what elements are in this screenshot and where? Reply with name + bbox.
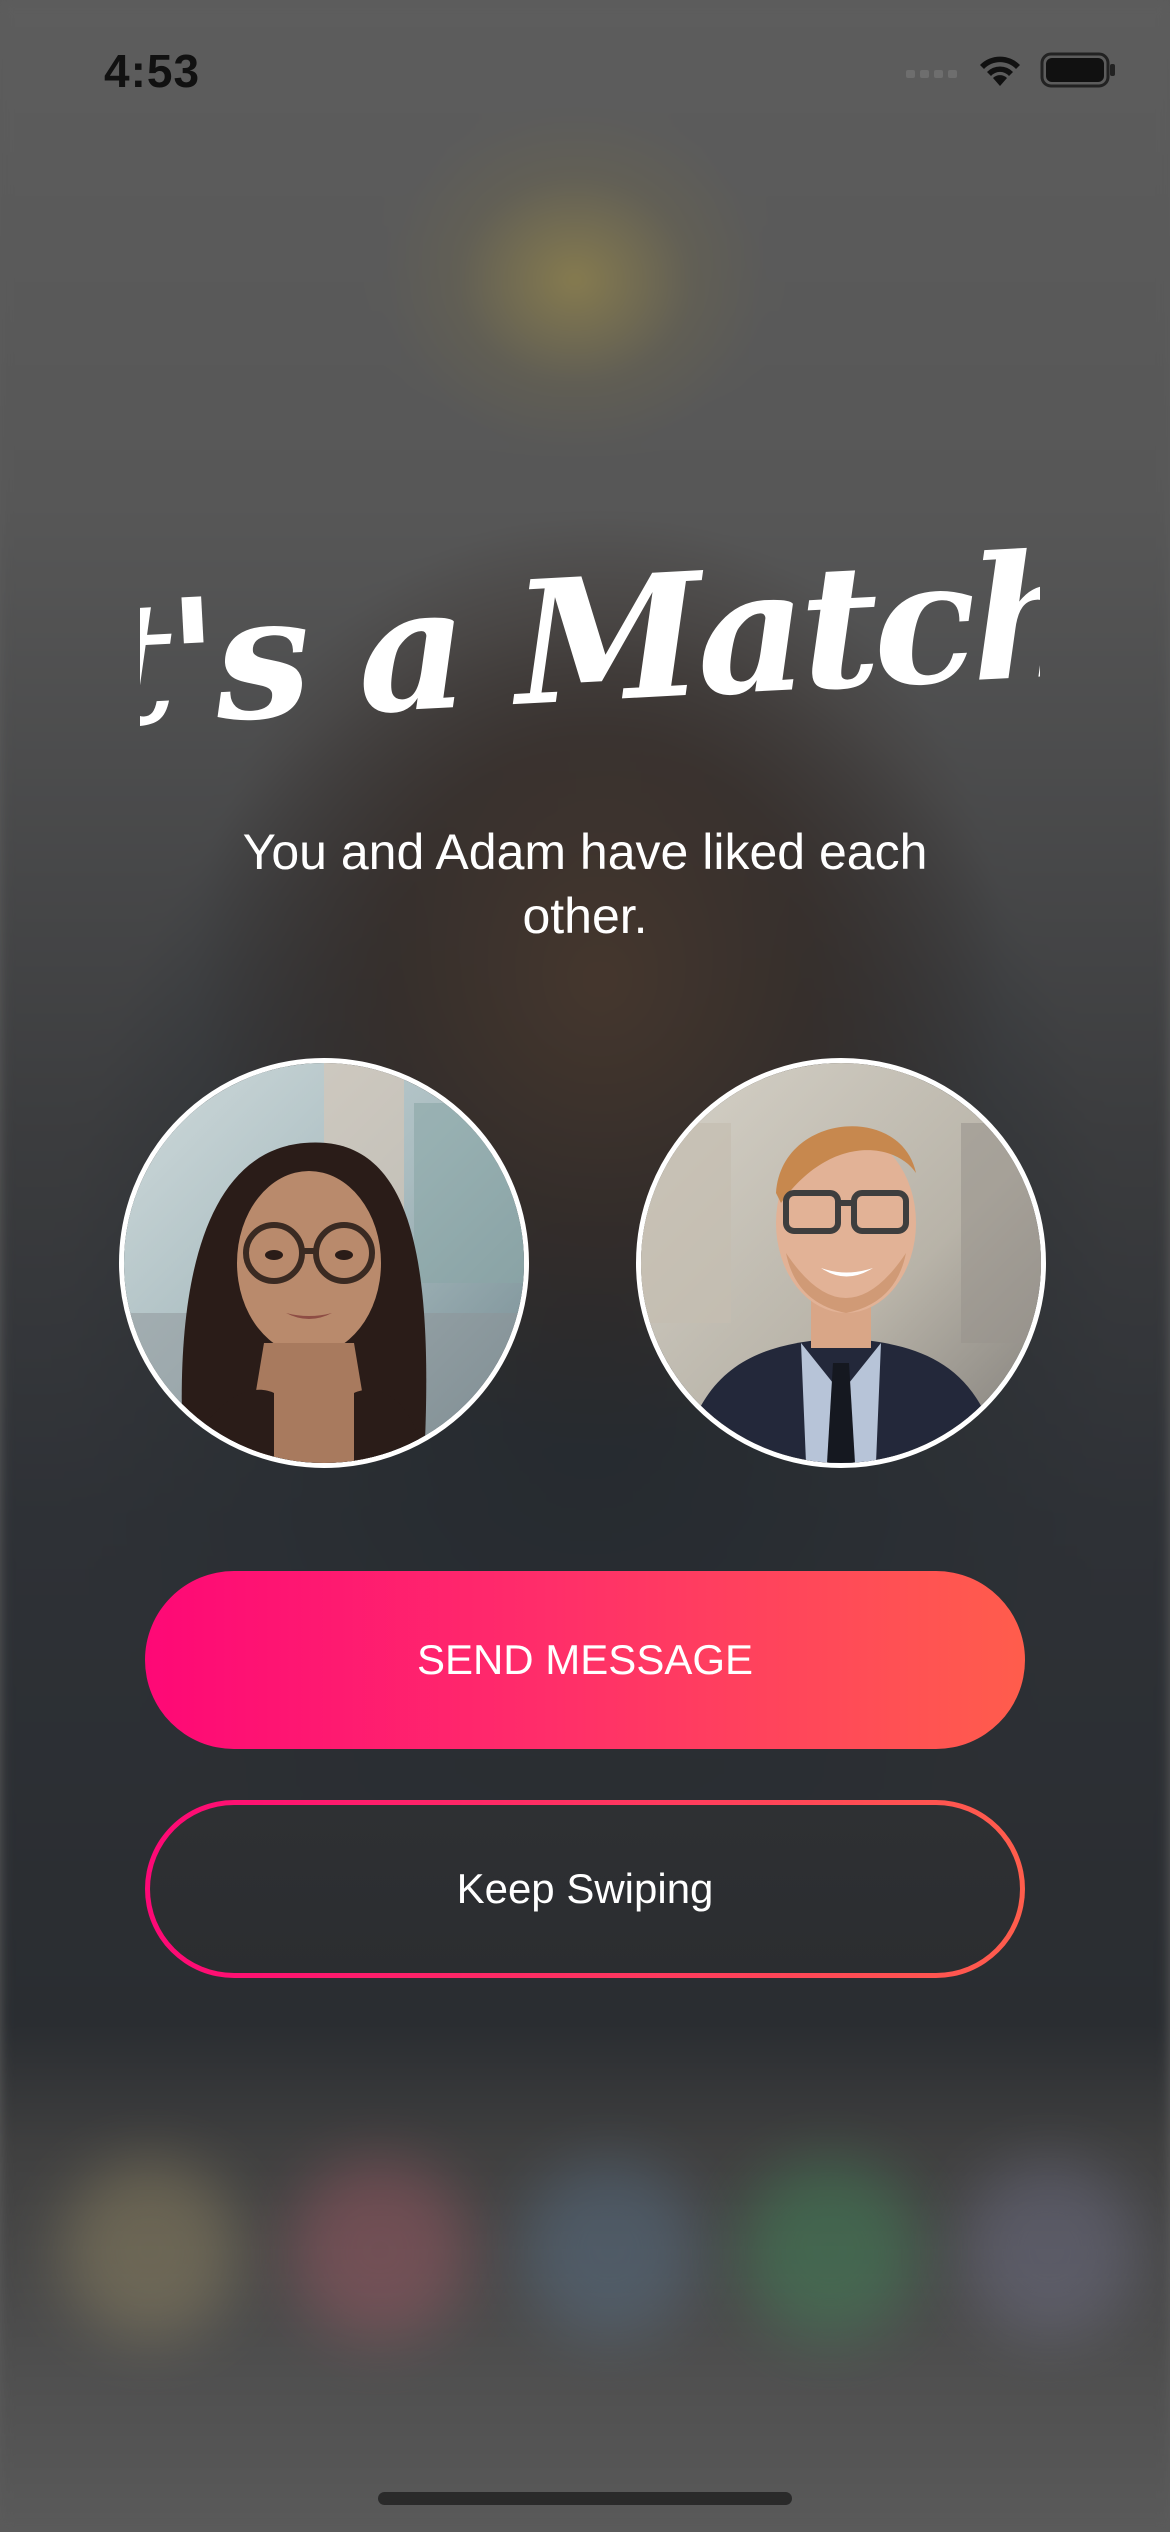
match-title: It's a Match! (14, 500, 1162, 790)
status-bar: 4:53 (0, 0, 1170, 140)
match-subtitle: You and Adam have liked each other. (242, 824, 928, 944)
cellular-signal-icon (906, 60, 960, 85)
match-title-text: It's a Match! (140, 511, 1040, 770)
home-indicator[interactable] (378, 2492, 792, 2505)
wifi-icon (976, 52, 1024, 93)
send-message-label: SEND MESSAGE (416, 1636, 754, 1683)
keep-swiping-button[interactable]: Keep Swiping (145, 1800, 1025, 1978)
blurred-tab-icons (0, 2160, 1170, 2380)
keep-swiping-label: Keep Swiping (456, 1865, 714, 1912)
battery-icon (1040, 52, 1116, 93)
status-icons (906, 52, 1116, 93)
status-time: 4:53 (104, 45, 201, 97)
match-avatar (636, 1058, 1046, 1468)
user-avatar (119, 1058, 529, 1468)
send-message-button[interactable]: SEND MESSAGE (145, 1571, 1025, 1749)
